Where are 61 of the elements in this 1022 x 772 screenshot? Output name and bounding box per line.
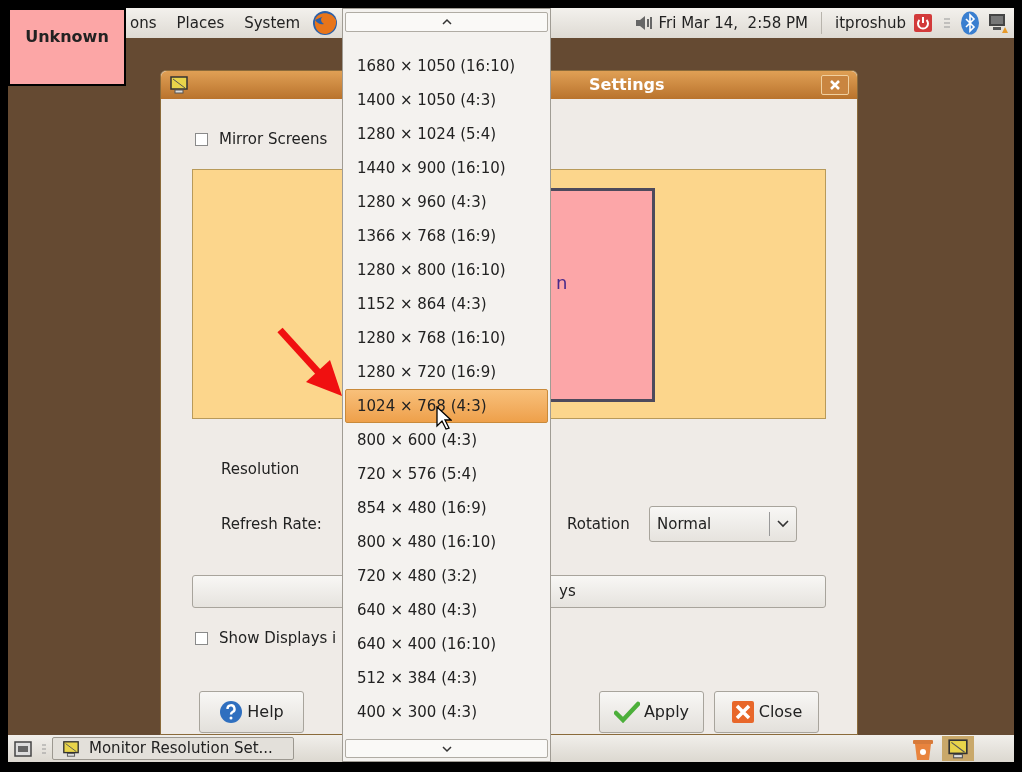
browser-icon[interactable]: [312, 10, 339, 36]
chevron-down-icon: [440, 744, 453, 753]
resolution-option[interactable]: 800 × 480 (16:10): [345, 525, 548, 559]
resolution-option[interactable]: 1280 × 768 (16:10): [345, 321, 548, 355]
network-icon[interactable]: [988, 12, 1008, 34]
panel-menu[interactable]: System: [244, 11, 301, 35]
speaker-icon[interactable]: [634, 15, 655, 31]
rotation-label: Rotation: [567, 513, 631, 535]
checkmark-icon: [613, 701, 640, 723]
checkbox[interactable]: [195, 631, 208, 645]
clock[interactable]: Fri Mar 14, 2:58 PM: [658, 11, 809, 35]
resolution-option[interactable]: 800 × 600 (4:3): [345, 423, 548, 457]
refresh-rate-label: Refresh Rate:: [221, 513, 323, 535]
show-displays-label[interactable]: Show Displays i: [219, 626, 337, 650]
resolution-option[interactable]: 1440 × 900 (16:10): [345, 151, 548, 185]
apply-button[interactable]: Apply: [599, 691, 704, 733]
annotation-arrow: [276, 326, 344, 398]
taskbar-button[interactable]: Monitor Resolution Set...: [52, 737, 294, 760]
close-icon: [730, 700, 755, 724]
resolution-option[interactable]: 400 × 300 (4:3): [345, 695, 548, 729]
monitor-icon: [947, 737, 969, 760]
resolution-option[interactable]: 512 × 384 (4:3): [345, 661, 548, 695]
scroll-down-button[interactable]: [345, 739, 548, 758]
close-button[interactable]: Close: [714, 691, 819, 733]
resolution-option[interactable]: 640 × 480 (4:3): [345, 593, 548, 627]
user-name[interactable]: itproshub: [835, 11, 906, 35]
scroll-up-button[interactable]: [345, 12, 548, 32]
resolution-option[interactable]: 640 × 400 (16:10): [345, 627, 548, 661]
window-title: Settings: [589, 74, 665, 96]
resolution-option[interactable]: 1280 × 960 (4:3): [345, 185, 548, 219]
mirror-screens-label[interactable]: Mirror Screens: [219, 127, 328, 151]
resolution-option[interactable]: 1680 × 1050 (16:10): [345, 49, 548, 83]
close-button[interactable]: [821, 75, 849, 95]
resolution-option[interactable]: 1400 × 1050 (4:3): [345, 83, 548, 117]
monitor-label: n: [556, 271, 568, 295]
resolution-label: Resolution: [221, 458, 300, 480]
close-icon: [830, 80, 840, 90]
resolution-option[interactable]: 854 × 480 (16:9): [345, 491, 548, 525]
workspace-switcher[interactable]: [942, 736, 974, 761]
panel-menu[interactable]: Places: [176, 11, 225, 35]
checkbox[interactable]: [195, 132, 208, 146]
chevron-up-icon: [440, 18, 453, 26]
resolution-option[interactable]: 1152 × 864 (4:3): [345, 287, 548, 321]
help-button[interactable]: Help: [199, 691, 304, 733]
monitor-icon: [61, 739, 81, 758]
help-icon: [219, 700, 244, 724]
handle-icon[interactable]: [42, 742, 46, 755]
handle-icon[interactable]: [944, 16, 950, 30]
resolution-option[interactable]: 720 × 576 (5:4): [345, 457, 548, 491]
unknown-label: Unknown: [25, 26, 109, 48]
panel-menu[interactable]: ons: [130, 11, 157, 35]
bluetooth-icon[interactable]: [960, 11, 980, 35]
resolution-option[interactable]: 720 × 480 (3:2): [345, 559, 548, 593]
resolution-option[interactable]: 1280 × 720 (16:9): [345, 355, 548, 389]
resolution-option[interactable]: 1366 × 768 (16:9): [345, 219, 548, 253]
resolution-option[interactable]: 1280 × 800 (16:10): [345, 253, 548, 287]
show-desktop-icon[interactable]: [14, 740, 32, 757]
monitor-icon: [169, 75, 189, 95]
rotation-combo[interactable]: Normal: [649, 506, 797, 542]
resolution-option[interactable]: 1280 × 1024 (5:4): [345, 117, 548, 151]
power-icon[interactable]: [914, 14, 932, 32]
